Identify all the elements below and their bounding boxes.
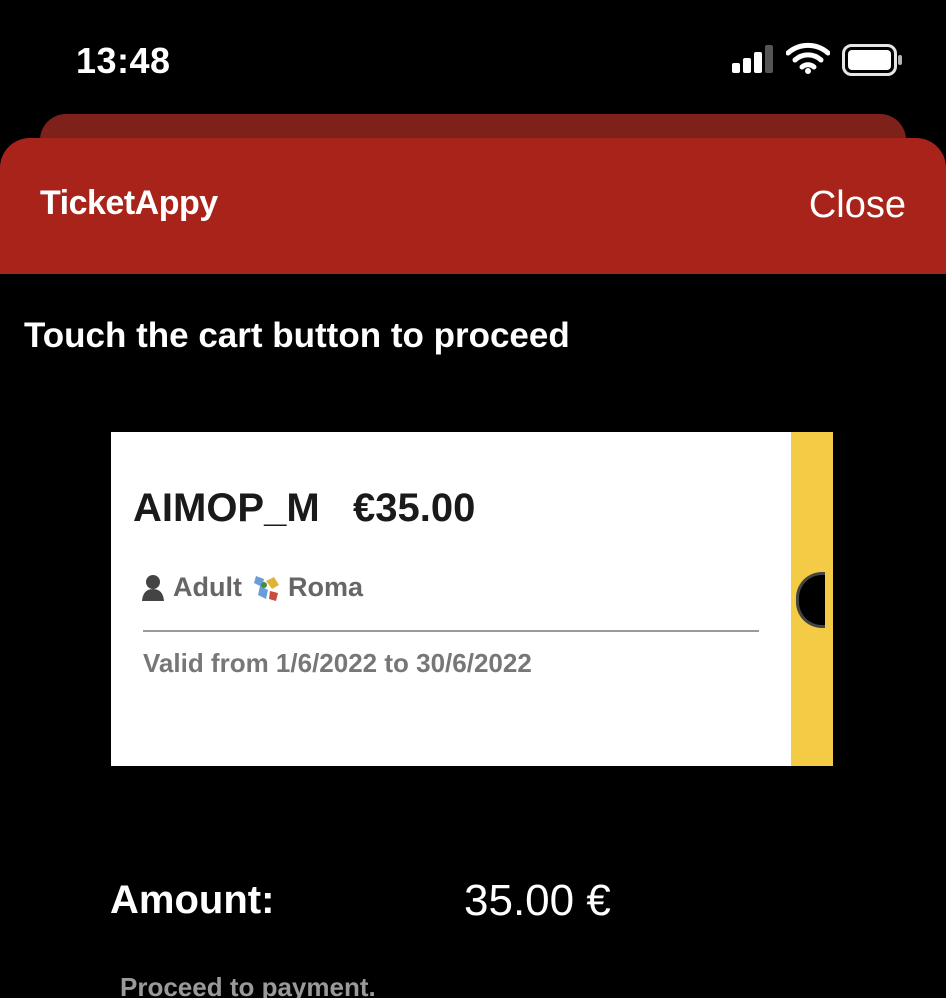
wifi-icon (786, 42, 830, 74)
status-time: 13:48 (76, 40, 171, 81)
map-icon (253, 575, 279, 601)
ticket-meta: Adult Roma (141, 572, 363, 603)
app-header: TicketAppy Close (0, 138, 946, 274)
ticket-price: €35.00 (353, 486, 476, 530)
amount-value: 35.00 € (464, 876, 611, 925)
status-bar: 13:48 (0, 0, 946, 112)
passenger-type: Adult (173, 572, 242, 602)
person-icon (142, 574, 164, 601)
battery-icon (842, 44, 902, 76)
zone-name: Roma (287, 572, 363, 602)
instruction-text: Touch the cart button to proceed (24, 316, 570, 355)
modal-sheet: TicketAppy Close Touch the cart button t… (0, 138, 946, 998)
signal-icon (732, 45, 773, 73)
ticket-code: AIMOP_M (133, 486, 320, 530)
close-button[interactable]: Close (809, 184, 906, 227)
amount-label: Amount: (110, 878, 275, 922)
app-logo: TicketAppy (40, 184, 218, 222)
ticket-title: AIMOP_M €35.00 (133, 486, 475, 531)
ticket-divider (143, 630, 759, 632)
proceed-to-payment-link[interactable]: Proceed to payment. (120, 972, 376, 998)
ticket-card[interactable]: AIMOP_M €35.00 Adult Roma Valid from 1/6… (111, 432, 833, 766)
ticket-validity: Valid from 1/6/2022 to 30/6/2022 (143, 648, 532, 678)
